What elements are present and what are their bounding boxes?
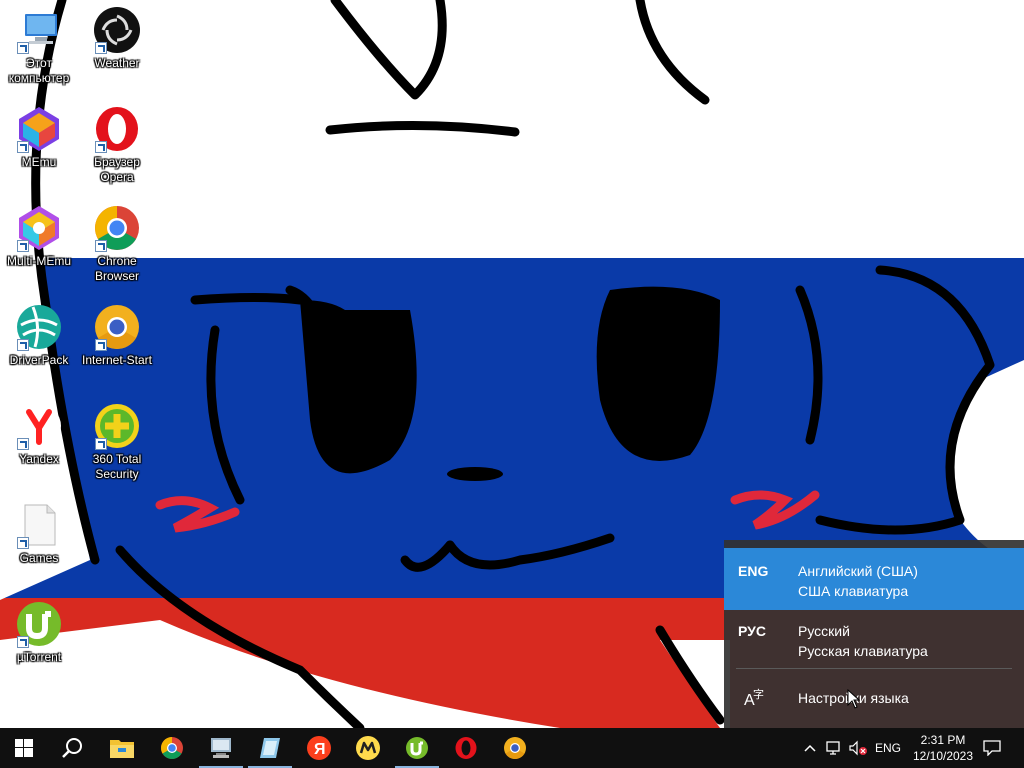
internet-start-icon (93, 303, 141, 351)
desktop-icon-multi-memu[interactable]: Multi-MEmu (1, 204, 77, 269)
desktop-icon-label: Chrone Browser (94, 254, 139, 283)
language-option-eng[interactable]: ENG Английский (США) США клавиатура (724, 548, 1024, 610)
language-option-rus[interactable]: РУС Русский Русская клавиатура (724, 608, 1024, 670)
notification-icon (983, 740, 1001, 756)
taskbar-notepad[interactable] (246, 728, 294, 768)
search-icon (62, 738, 82, 758)
yandex-market-icon (356, 736, 380, 760)
utorrent-icon (15, 600, 63, 648)
desktop-icon-label: DriverPack (9, 353, 69, 367)
language-name: Английский (США) (798, 563, 918, 579)
input-indicator[interactable]: ENG (872, 728, 904, 768)
show-hidden-icons-button[interactable] (800, 728, 820, 768)
taskbar-yandex-market[interactable] (344, 728, 392, 768)
start-button[interactable] (0, 728, 48, 768)
svg-text:字: 字 (753, 687, 764, 701)
search-button[interactable] (48, 728, 96, 768)
memu-icon (15, 105, 63, 153)
taskbar-chrome[interactable] (148, 728, 196, 768)
desktop-icon-label: Браузер Opera (94, 155, 140, 184)
360-total-security-icon (93, 402, 141, 450)
taskbar-file-explorer[interactable] (98, 728, 146, 768)
desktop-icon-label: Weather (94, 56, 140, 70)
language-code: ENG (738, 563, 769, 579)
desktop-icon-label: Multi-MEmu (6, 254, 71, 268)
language-code: РУС (738, 623, 766, 639)
opera-icon (455, 737, 477, 759)
taskbar-this-pc[interactable] (197, 728, 245, 768)
desktop-icon-internet-start[interactable]: Internet-Start (79, 303, 155, 368)
desktop-icon-this-pc[interactable]: Этот компьютер (1, 6, 77, 86)
flyout-divider (736, 668, 1012, 669)
chrome-icon (161, 737, 183, 759)
volume-button[interactable] (846, 728, 870, 768)
taskbar: Я ENG 2:31 PM 12/10/2023 (0, 728, 1024, 768)
desktop-icon-yandex[interactable]: Yandex (1, 402, 77, 467)
clock-date: 12/10/2023 (912, 749, 974, 763)
driverpack-icon (15, 303, 63, 351)
keyboard-layout-name: США клавиатура (798, 583, 909, 599)
utorrent-icon (406, 737, 428, 759)
desktop-icon-chrone-browser[interactable]: Chrone Browser (79, 204, 155, 284)
keyboard-layout-name: Русская клавиатура (798, 643, 928, 659)
action-center-button[interactable] (980, 728, 1004, 768)
taskbar-opera[interactable] (442, 728, 490, 768)
taskbar-yandex-browser[interactable]: Я (295, 728, 343, 768)
chrome-icon (504, 737, 526, 759)
weather-icon (93, 6, 141, 54)
desktop-icon-utorrent[interactable]: µTorrent (1, 600, 77, 665)
taskbar-internet-start[interactable] (491, 728, 539, 768)
language-settings-icon: A 字 (744, 687, 764, 708)
opera-icon (93, 105, 141, 153)
desktop-icon-label: Games (19, 551, 59, 565)
desktop-icon-opera[interactable]: Браузер Opera (79, 105, 155, 185)
network-status-button[interactable] (822, 728, 846, 768)
desktop-icon-games[interactable]: Games (1, 501, 77, 566)
desktop-icon-label: Yandex (19, 452, 59, 466)
file-icon (15, 501, 63, 549)
yandex-icon: Я (307, 736, 331, 760)
start-icon (15, 739, 33, 757)
chrome-icon (93, 204, 141, 252)
language-settings-link[interactable]: A 字 Настройки языка (724, 674, 1024, 728)
mouse-cursor-icon (847, 689, 861, 709)
desktop-icon-weather[interactable]: Weather (79, 6, 155, 71)
desktop-icon-label: Этот компьютер (8, 56, 70, 85)
desktop-icon-label: 360 Total Security (92, 452, 142, 481)
multi-memu-icon (15, 204, 63, 252)
this-pc-icon (211, 738, 231, 758)
notepad-icon (260, 738, 280, 758)
file-explorer-icon (110, 740, 134, 758)
desktop-icon-driverpack[interactable]: DriverPack (1, 303, 77, 368)
volume-muted-icon (849, 740, 867, 756)
yandex-icon (15, 402, 63, 450)
chevron-up-icon (804, 744, 816, 752)
desktop-icon-label: µTorrent (16, 650, 62, 664)
input-language-flyout: ENG Английский (США) США клавиатура РУС … (724, 540, 1024, 728)
this-pc-icon (15, 6, 63, 54)
network-icon (826, 741, 840, 755)
desktop-icon-memu[interactable]: MEmu (1, 105, 77, 170)
svg-text:Я: Я (314, 741, 326, 758)
desktop-icon-label: Internet-Start (81, 353, 153, 367)
clock[interactable]: 2:31 PM 12/10/2023 (910, 728, 976, 768)
language-name: Русский (798, 623, 850, 639)
desktop-icon-360-total-security[interactable]: 360 Total Security (79, 402, 155, 482)
taskbar-utorrent[interactable] (393, 728, 441, 768)
clock-time: 2:31 PM (920, 733, 966, 747)
desktop-icon-label: MEmu (21, 155, 57, 169)
